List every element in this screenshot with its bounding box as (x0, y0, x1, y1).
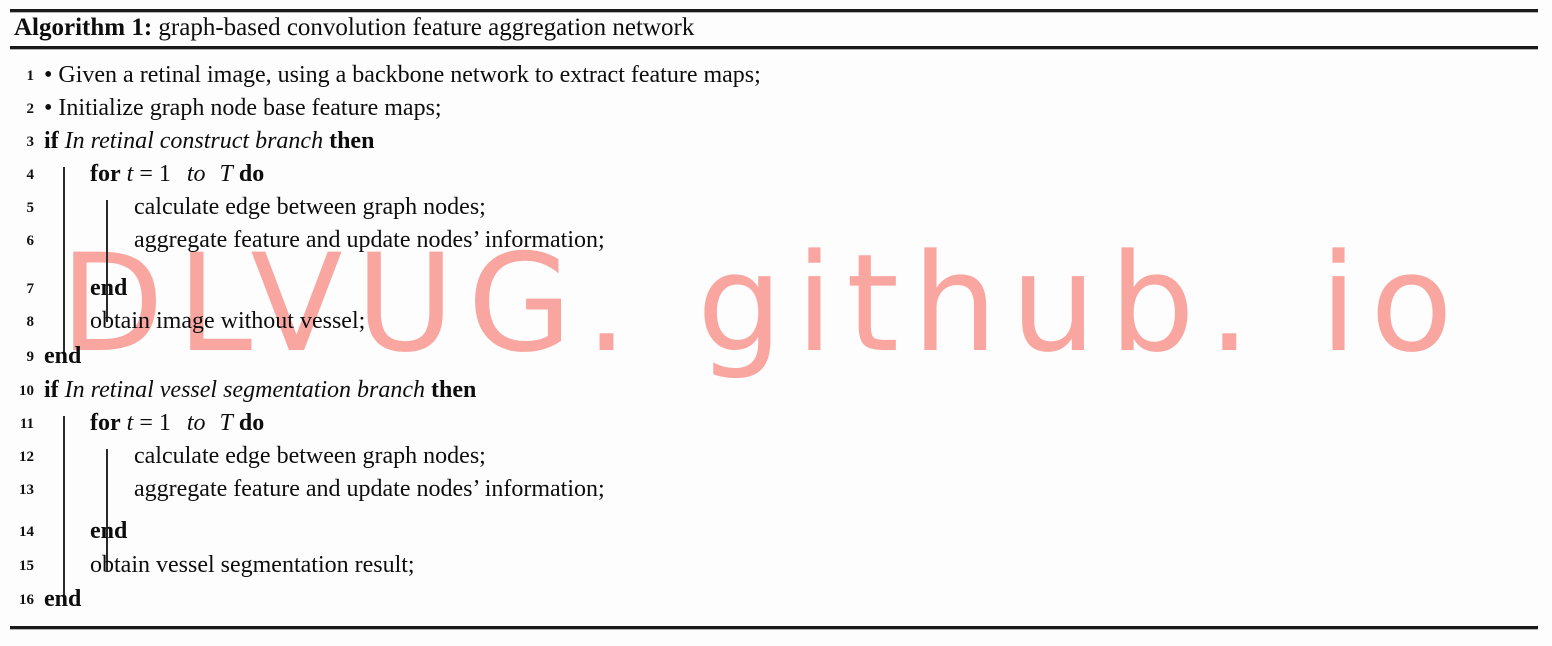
line-number: 5 (26, 200, 35, 216)
line-content: if In retinal construct branch then (44, 125, 374, 158)
keyword-end: end (90, 518, 128, 544)
line-number: 2 (26, 101, 35, 117)
algorithm-line: 1 • Given a retinal image, using a backb… (0, 59, 1552, 92)
algorithm-line: 5 calculate edge between graph nodes; (0, 191, 1552, 224)
loop-bound: T (219, 410, 233, 436)
loop-variable: t (126, 161, 134, 187)
algorithm-line: 9 end (0, 340, 1552, 373)
algorithm-line: 16 end (0, 583, 1552, 616)
keyword-for: for (90, 410, 121, 436)
line-content: • Given a retinal image, using a backbon… (44, 62, 761, 88)
keyword-then: then (329, 128, 375, 154)
algorithm-line: 13 aggregate feature and update nodes’ i… (0, 473, 1552, 506)
line-content: • Initialize graph node base feature map… (44, 95, 442, 121)
line-number: 13 (19, 482, 34, 498)
line-content: calculate edge between graph nodes; (134, 443, 486, 469)
algorithm-line: 2 • Initialize graph node base feature m… (0, 92, 1552, 125)
keyword-if: if (44, 128, 59, 154)
algorithm-figure: DLVUG. github. io Algorithm 1: graph-bas… (0, 0, 1552, 646)
algorithm-line: 15 obtain vessel segmentation result; (0, 549, 1552, 582)
algorithm-line: 12 calculate edge between graph nodes; (0, 440, 1552, 473)
condition-text: In retinal vessel segmentation branch (64, 377, 426, 403)
keyword-to: to (186, 161, 206, 187)
line-content: for t = 1 to T do (90, 407, 264, 440)
line-number: 14 (19, 524, 34, 540)
line-content: aggregate feature and update nodes’ info… (134, 227, 605, 253)
algorithm-line: 8 obtain image without vessel; (0, 305, 1552, 338)
line-number: 10 (19, 383, 34, 399)
loop-start: = 1 (139, 410, 171, 436)
keyword-if: if (44, 377, 59, 403)
loop-variable: t (126, 410, 134, 436)
line-number: 4 (26, 167, 35, 183)
condition-text: In retinal construct branch (64, 128, 324, 154)
keyword-do: do (238, 161, 265, 187)
algorithm-line: 7 end (0, 272, 1552, 305)
line-content: obtain vessel segmentation result; (90, 552, 415, 578)
keyword-for: for (90, 161, 121, 187)
algorithm-line: 14 end (0, 515, 1552, 548)
line-content: aggregate feature and update nodes’ info… (134, 476, 605, 502)
algorithm-line: 3 if In retinal construct branch then (0, 125, 1552, 158)
keyword-end: end (44, 343, 82, 369)
line-number: 3 (26, 134, 35, 150)
line-number: 7 (26, 281, 35, 297)
algorithm-line: 4 for t = 1 to T do (0, 158, 1552, 191)
keyword-do: do (238, 410, 265, 436)
line-number: 8 (26, 314, 35, 330)
algorithm-line: 10 if In retinal vessel segmentation bra… (0, 374, 1552, 407)
keyword-end: end (90, 275, 128, 301)
line-number: 6 (26, 233, 35, 249)
keyword-to: to (186, 410, 206, 436)
line-content: if In retinal vessel segmentation branch… (44, 374, 476, 407)
algorithm-body: 1 • Given a retinal image, using a backb… (0, 0, 1552, 646)
keyword-then: then (431, 377, 477, 403)
line-number: 12 (19, 449, 34, 465)
loop-start: = 1 (139, 161, 171, 187)
line-number: 9 (26, 349, 35, 365)
algorithm-line: 6 aggregate feature and update nodes’ in… (0, 224, 1552, 257)
line-number: 16 (19, 592, 34, 608)
line-content: for t = 1 to T do (90, 158, 264, 191)
keyword-end: end (44, 586, 82, 612)
algorithm-line: 11 for t = 1 to T do (0, 407, 1552, 440)
line-number: 1 (26, 68, 35, 84)
line-number: 15 (19, 558, 34, 574)
line-content: obtain image without vessel; (90, 308, 366, 334)
line-content: calculate edge between graph nodes; (134, 194, 486, 220)
line-number: 11 (19, 416, 34, 432)
loop-bound: T (219, 161, 233, 187)
